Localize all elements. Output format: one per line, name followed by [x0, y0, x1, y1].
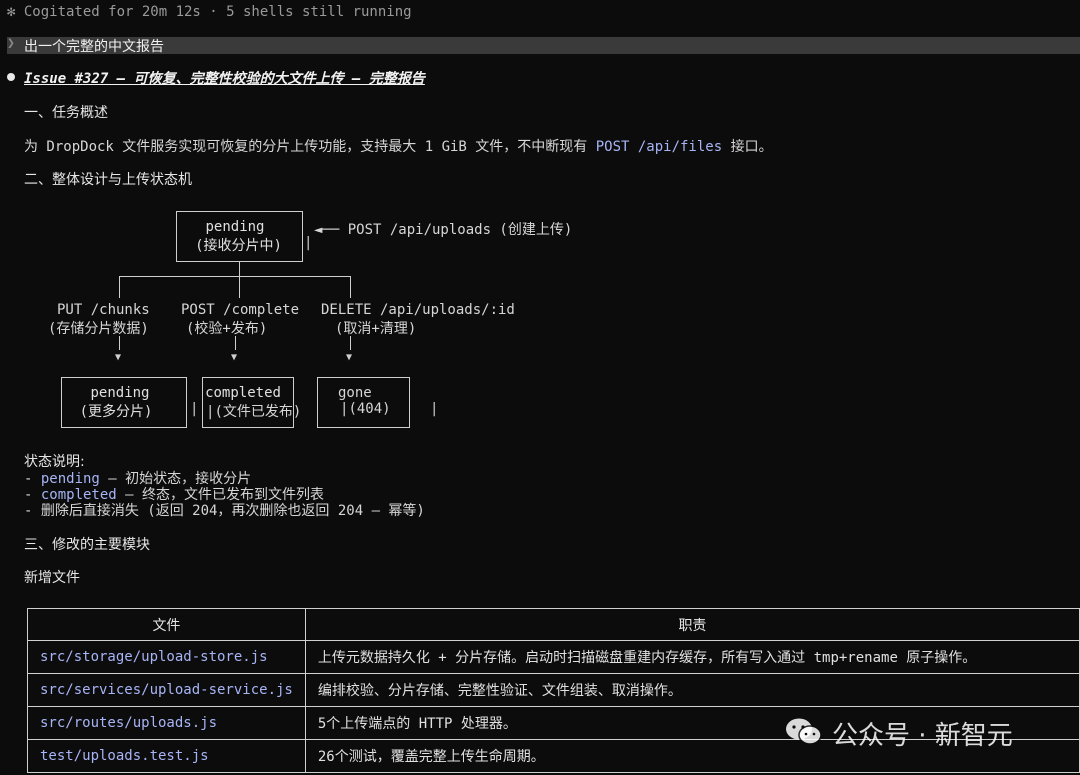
- section1-text-pre: 为 DropDock 文件服务实现可恢复的分片上传功能，支持最大 1 GiB 文…: [24, 139, 596, 155]
- bottom-box-pending-line2: (更多分片): [79, 404, 153, 420]
- arrow-stem-right: [350, 336, 351, 350]
- top-box-line1: pending: [205, 219, 265, 235]
- branch-right-line1: DELETE /api/uploads/:id: [321, 302, 515, 318]
- note-prefix: -: [24, 503, 41, 519]
- branch-right-line2: (取消+清理): [335, 321, 417, 337]
- arrow-stem-middle: [235, 336, 236, 350]
- branch-middle-line2: (校验+发布): [186, 321, 268, 337]
- bottom-box-pending-line1: pending: [90, 385, 150, 401]
- arrow-down-icon: ▼: [115, 352, 122, 363]
- section3-subheading: 新增文件: [24, 570, 80, 586]
- table-cell-duty: 上传元数据持久化 + 分片存储。启动时扫描磁盘重建内存缓存，所有写入通过 tmp…: [304, 640, 1080, 674]
- branch-middle-line1: POST /complete: [181, 302, 300, 318]
- bottom-box-completed-line2-text: (文件已发布): [214, 404, 302, 420]
- table-cell-file: src/storage/upload-store.js: [27, 640, 306, 674]
- connector-horizontal: [119, 276, 351, 277]
- table-cell-file: src/routes/uploads.js: [27, 706, 306, 740]
- bottom-box-completed-line1: completed: [205, 385, 281, 401]
- section2-heading: 二、整体设计与上传状态机: [24, 172, 192, 188]
- bottom-box-gone-line2-text: (404): [348, 401, 391, 417]
- table-cell-duty: 编排校验、分片存储、完整性验证、文件组装、取消操作。: [304, 673, 1080, 707]
- bottom-box-gone-line2: |(404): [340, 401, 391, 417]
- arrow-down-icon: ▼: [346, 352, 353, 363]
- connector-right: [350, 276, 351, 298]
- table-cell-file: test/uploads.test.js: [27, 739, 306, 773]
- bottom-box-completed-line2: |(文件已发布): [206, 404, 302, 420]
- box-stray-bar: |: [430, 401, 439, 417]
- section3-heading: 三、修改的主要模块: [24, 537, 150, 553]
- box-stray-bar: |: [304, 235, 313, 251]
- connector-left: [119, 276, 120, 298]
- watermark-text: 公众号 · 新智元: [832, 721, 1013, 751]
- status-line: ✻ Cogitated for 20m 12s · 5 shells still…: [7, 4, 412, 20]
- top-box-line2: (接收分片中): [195, 238, 282, 254]
- section1-code: POST /api/files: [595, 139, 723, 155]
- table-row: src/services/upload-service.js 编排校验、分片存储…: [27, 673, 1080, 707]
- prompt-bar: [7, 37, 1080, 54]
- section1-heading: 一、任务概述: [24, 105, 108, 121]
- note-text: 删除后直接消失 (返回 204，再次删除也返回 204 — 幂等): [40, 503, 425, 519]
- user-prompt: 出一个完整的中文报告: [24, 39, 164, 55]
- chevron-right-icon: ❯: [7, 36, 15, 51]
- bottom-box-gone-line1: gone: [338, 385, 372, 401]
- note-item: - 删除后直接消失 (返回 204，再次删除也返回 204 — 幂等): [24, 500, 425, 520]
- branch-left-line1: PUT /chunks: [57, 302, 150, 318]
- table-cell-file: src/services/upload-service.js: [27, 673, 306, 707]
- arrow-stem-left: [119, 336, 120, 350]
- section1-text: 为 DropDock 文件服务实现可恢复的分片上传功能，支持最大 1 GiB 文…: [24, 136, 773, 156]
- wechat-icon: [786, 718, 822, 745]
- table-header-duty: 职责: [304, 608, 1080, 641]
- arrow-down-icon: ▼: [231, 352, 238, 363]
- box-stray-bar: |: [190, 401, 199, 417]
- connector-trunk: [239, 261, 240, 276]
- issue-title[interactable]: Issue #327 — 可恢复、完整性校验的大文件上传 — 完整报告: [24, 68, 425, 88]
- table-row: src/storage/upload-store.js 上传元数据持久化 + 分…: [27, 640, 1080, 674]
- branch-left-line2: (存储分片数据): [48, 321, 149, 337]
- connector-middle: [239, 276, 240, 298]
- table-header-row: 文件 职责: [27, 608, 1080, 641]
- top-annotation: ◄── POST /api/uploads (创建上传): [314, 222, 573, 238]
- table-header-file: 文件: [27, 608, 306, 641]
- section1-text-post: 接口。: [722, 139, 773, 155]
- bullet-icon: [7, 73, 15, 81]
